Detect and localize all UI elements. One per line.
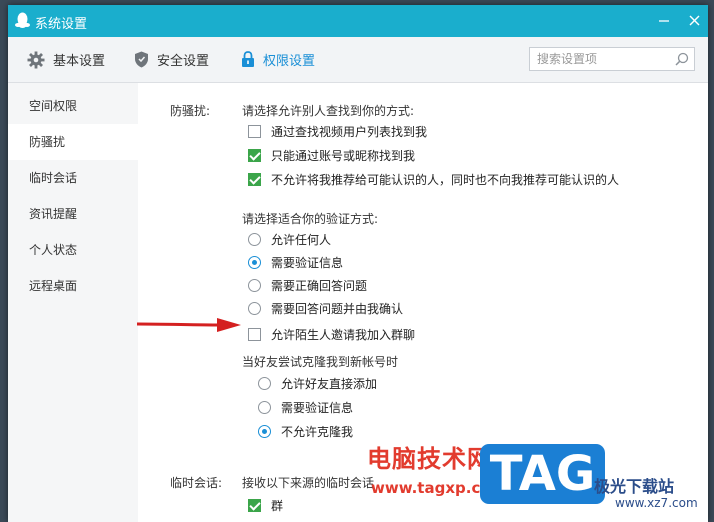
option-label: 需要验证信息: [271, 255, 344, 270]
title-bar: 系统设置: [8, 5, 708, 37]
option-label: 允许陌生人邀请我加入群聊: [271, 327, 416, 342]
settings-window: 系统设置 基本设置 安全设置 权限设置 搜索设置项 空间权限 防骚扰 临时会话 …: [8, 5, 708, 522]
temp-chat-section-label: 临时会话:: [170, 476, 223, 490]
tab-basic-settings-label: 基本设置: [53, 54, 106, 69]
radio[interactable]: [248, 232, 261, 246]
anti-harass-section-label: 防骚扰:: [170, 104, 211, 118]
watermark-site2-name: 极光下载站: [594, 477, 675, 496]
close-button[interactable]: [684, 11, 704, 31]
settings-sidebar: 空间权限 防骚扰 临时会话 资讯提醒 个人状态 远程桌面: [8, 83, 138, 522]
sidebar-item-anti-harassment[interactable]: 防骚扰: [8, 124, 138, 160]
gear-icon: [27, 51, 45, 69]
option-label: 群: [271, 498, 284, 513]
option-label: 只能通过账号或昵称找到我: [271, 148, 416, 163]
find-method-prompt: 请选择允许别人查找到你的方式:: [242, 104, 415, 118]
option-label: 通过查找视频用户列表找到我: [271, 124, 428, 139]
verify-method-prompt: 请选择适合你的验证方式:: [242, 212, 379, 226]
tab-security-settings-label: 安全设置: [157, 54, 210, 69]
temp-chat-option-group[interactable]: 群: [248, 495, 283, 515]
search-icon[interactable]: [675, 52, 689, 69]
option-label: 需要回答问题并由我确认: [271, 301, 404, 316]
red-arrow-annotation: [136, 318, 241, 332]
tab-security-settings[interactable]: 安全设置: [134, 37, 209, 82]
option-label: 允许好友直接添加: [281, 376, 378, 391]
radio[interactable]: [258, 400, 271, 414]
minimize-button[interactable]: [654, 11, 674, 31]
sidebar-item-remote-desktop[interactable]: 远程桌面: [8, 268, 138, 304]
tab-permission-settings[interactable]: 权限设置: [241, 37, 315, 82]
verify-option-need-verification[interactable]: 需要验证信息: [248, 252, 343, 272]
watermark-site-name: 电脑技术网: [367, 445, 492, 473]
clone-option-disallow[interactable]: 不允许克隆我: [258, 421, 353, 441]
clone-option-need-verification[interactable]: 需要验证信息: [258, 397, 353, 417]
tab-basic-settings[interactable]: 基本设置: [27, 37, 105, 82]
group-invite-option[interactable]: 允许陌生人邀请我加入群聊: [248, 324, 415, 344]
checkbox[interactable]: [248, 124, 261, 138]
settings-search-box: [529, 47, 695, 71]
sidebar-item-temp-chat[interactable]: 临时会话: [8, 160, 138, 196]
verify-option-correct-answer[interactable]: 需要正确回答问题: [248, 275, 367, 295]
find-option-account-nickname[interactable]: 只能通过账号或昵称找到我: [248, 145, 415, 165]
tab-permission-settings-label: 权限设置: [263, 54, 316, 69]
option-label: 需要正确回答问题: [271, 278, 368, 293]
option-label: 不允许克隆我: [281, 424, 354, 439]
watermark-tag-logo: TAG: [480, 444, 605, 504]
checkbox-checked[interactable]: [248, 172, 261, 186]
search-input[interactable]: [530, 48, 677, 70]
sidebar-item-personal-status[interactable]: 个人状态: [8, 232, 138, 268]
radio-selected[interactable]: [258, 424, 271, 438]
temp-chat-prompt: 接收以下来源的临时会话: [242, 476, 375, 490]
radio[interactable]: [258, 376, 271, 390]
option-label: 需要验证信息: [281, 400, 354, 415]
option-label: 不允许将我推荐给可能认识的人，同时也不向我推荐可能认识的人: [271, 172, 620, 187]
qq-penguin-icon: [15, 12, 30, 32]
sidebar-item-space-permissions[interactable]: 空间权限: [8, 88, 138, 124]
close-icon: [689, 15, 699, 26]
radio[interactable]: [248, 301, 261, 315]
watermark-site2-url: www.xz7.com: [615, 496, 698, 510]
settings-toolbar: 基本设置 安全设置 权限设置: [8, 37, 708, 83]
lock-icon: [241, 51, 255, 68]
shield-icon: [134, 51, 149, 68]
verify-option-anyone[interactable]: 允许任何人: [248, 229, 331, 249]
sidebar-item-news-reminder[interactable]: 资讯提醒: [8, 196, 138, 232]
find-option-no-recommend[interactable]: 不允许将我推荐给可能认识的人，同时也不向我推荐可能认识的人: [248, 169, 619, 189]
checkbox-checked[interactable]: [248, 148, 261, 162]
minimize-icon: [659, 20, 669, 22]
window-title: 系统设置: [35, 17, 88, 32]
clone-prompt: 当好友尝试克隆我到新帐号时: [242, 355, 399, 369]
verify-option-answer-and-confirm[interactable]: 需要回答问题并由我确认: [248, 298, 403, 318]
checkbox[interactable]: [248, 327, 261, 341]
radio-selected[interactable]: [248, 255, 261, 269]
find-option-video-list[interactable]: 通过查找视频用户列表找到我: [248, 121, 427, 141]
option-label: 允许任何人: [271, 232, 332, 247]
checkbox-checked[interactable]: [248, 498, 261, 512]
radio[interactable]: [248, 278, 261, 292]
clone-option-allow-add[interactable]: 允许好友直接添加: [258, 373, 377, 393]
